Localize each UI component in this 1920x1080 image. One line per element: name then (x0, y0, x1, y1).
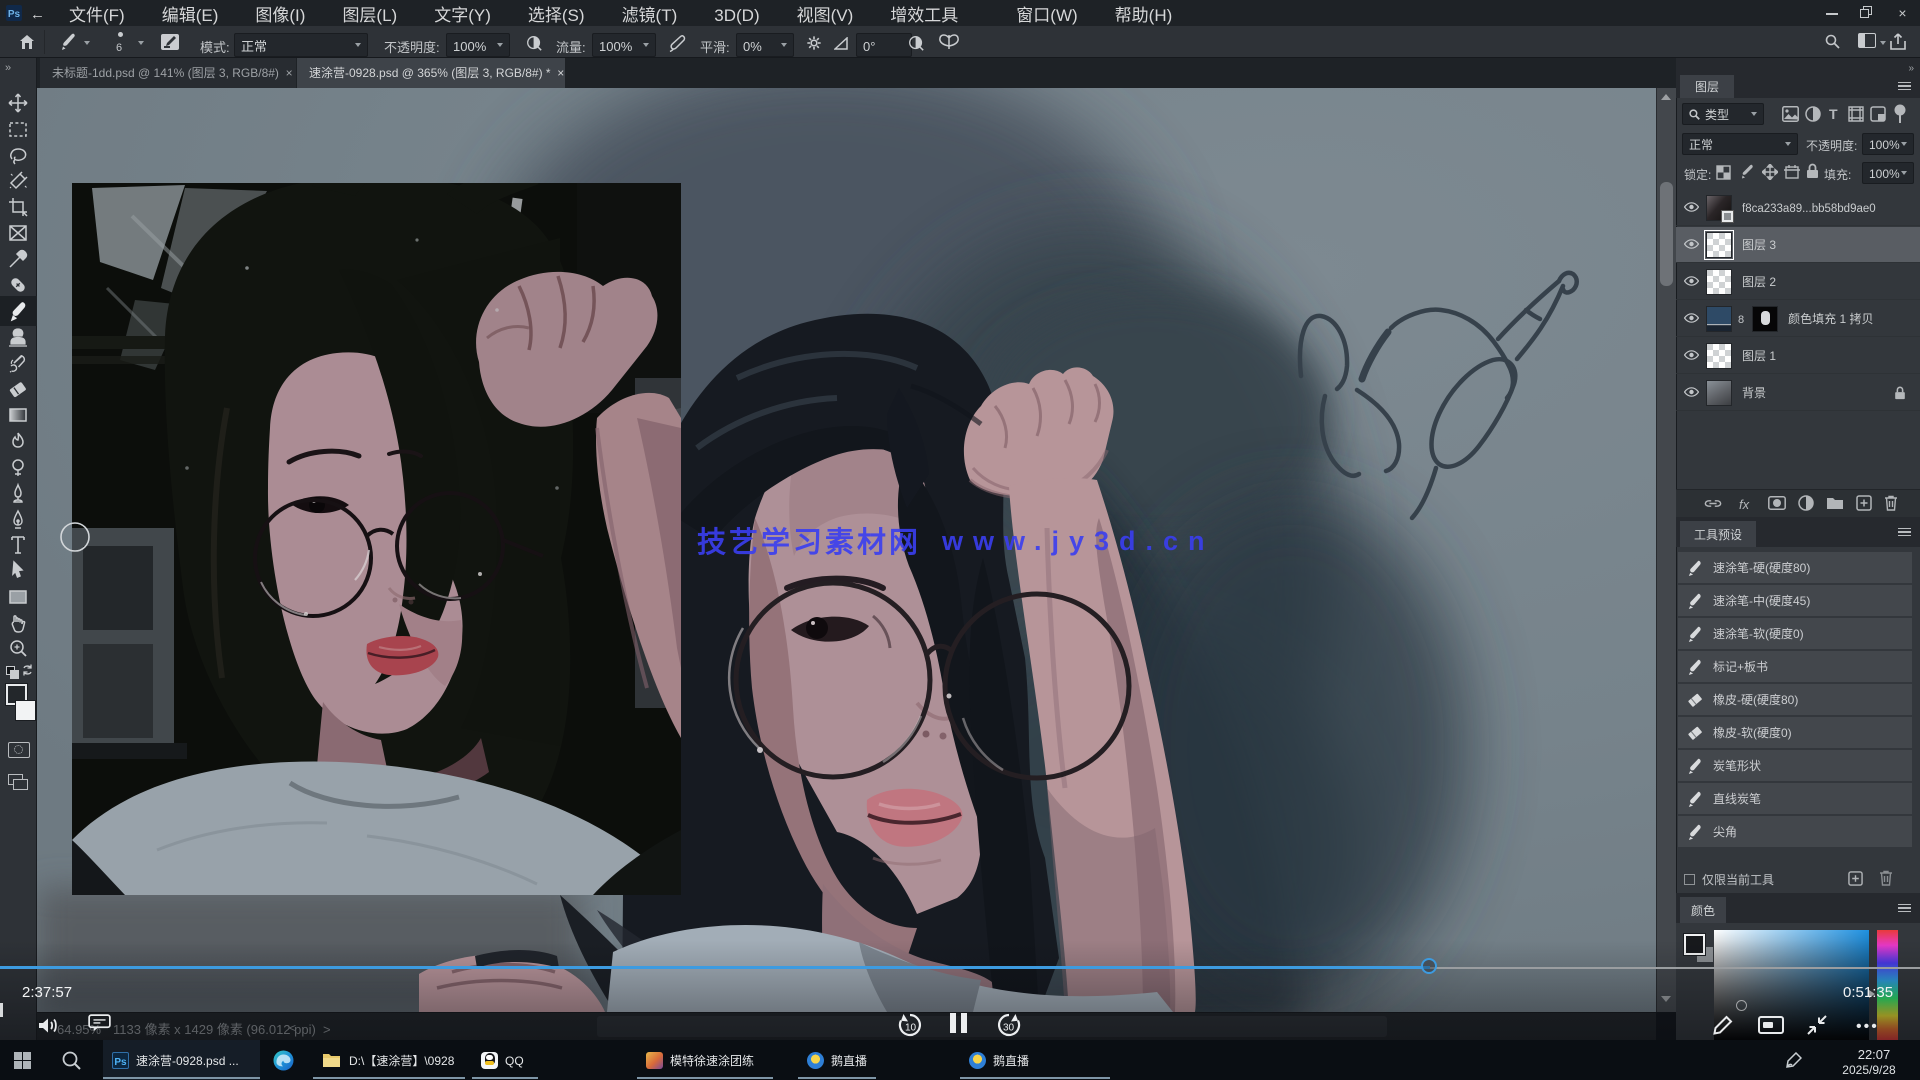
svg-text:30: 30 (1003, 1023, 1015, 1034)
svg-text:技艺学习素材网: 技艺学习素材网 (697, 519, 921, 561)
svg-text:www.jy3d.cn: www.jy3d.cn (941, 526, 1215, 556)
svg-text:10: 10 (905, 1023, 917, 1034)
